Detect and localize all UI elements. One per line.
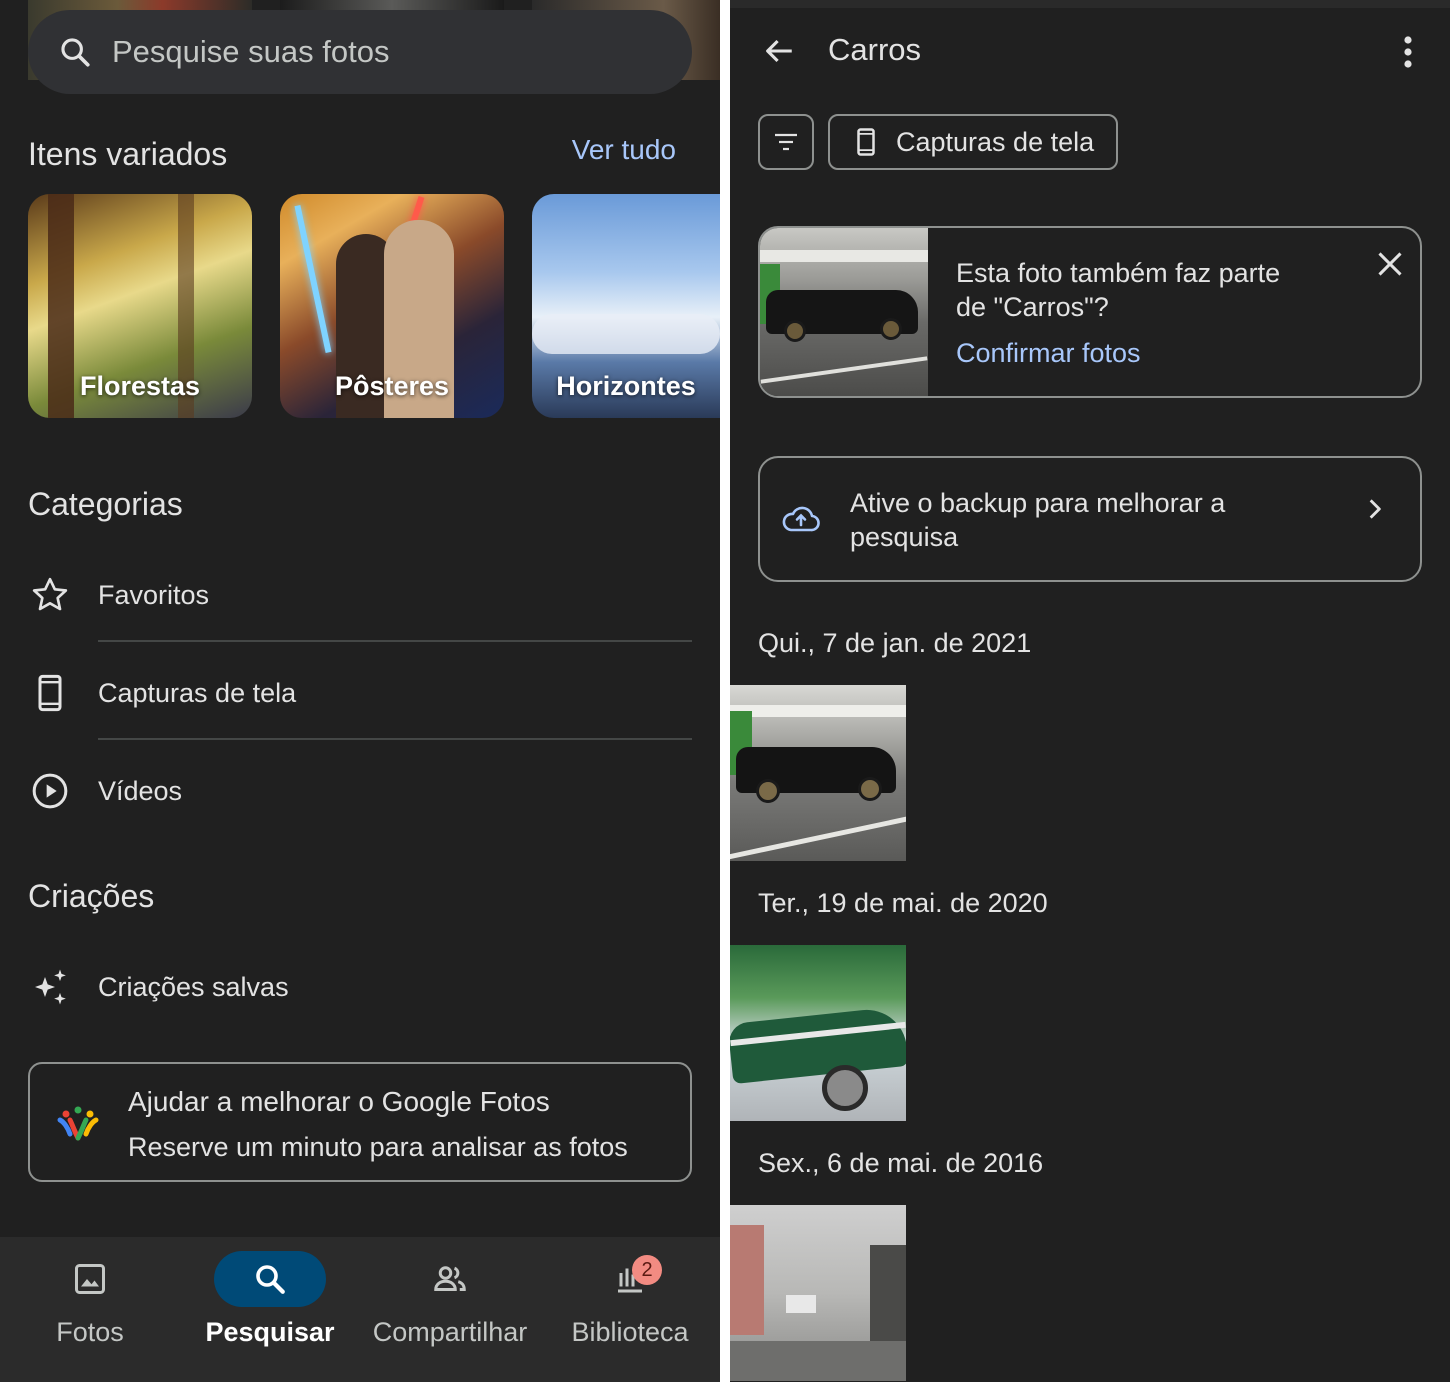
search-screen: Pesquise suas fotos Itens variados Ver t… bbox=[0, 0, 720, 1382]
close-icon[interactable] bbox=[1376, 250, 1404, 278]
suggested-photo-thumbnail[interactable] bbox=[760, 228, 928, 396]
suggestion-question-cont: de "Carros"? bbox=[956, 292, 1109, 322]
nav-pesquisar[interactable]: Pesquisar bbox=[180, 1237, 360, 1382]
nav-label: Compartilhar bbox=[372, 1317, 528, 1347]
category-label: Favoritos bbox=[98, 579, 210, 610]
date-header: Sex., 6 de mai. de 2016 bbox=[758, 1148, 1044, 1178]
screen-divider bbox=[720, 0, 730, 1382]
google-photos-feedback-icon bbox=[57, 1106, 99, 1141]
bottom-navigation: Fotos Pesquisar Compartilhar 2 Bibliotec… bbox=[0, 1237, 720, 1382]
chevron-right-icon bbox=[1369, 499, 1381, 519]
search-icon bbox=[61, 38, 90, 67]
backup-text-cont: pesquisa bbox=[850, 522, 959, 552]
help-card-subtitle: Reserve um minuto para analisar as fotos bbox=[128, 1132, 628, 1162]
section-title-itens-variados: Itens variados bbox=[28, 136, 228, 172]
back-arrow-icon[interactable] bbox=[762, 34, 796, 68]
confirm-photos-link[interactable]: Confirmar fotos bbox=[956, 338, 1141, 369]
category-capturas-de-tela[interactable]: Capturas de tela bbox=[0, 644, 720, 742]
filter-icon bbox=[775, 133, 797, 151]
date-header: Qui., 7 de jan. de 2021 bbox=[758, 628, 1032, 658]
tile-horizontes[interactable]: Horizontes bbox=[532, 194, 720, 418]
chip-label: Capturas de tela bbox=[896, 126, 1095, 157]
nav-label: Pesquisar bbox=[205, 1317, 335, 1347]
screenshots-chip[interactable]: Capturas de tela bbox=[828, 114, 1118, 170]
cloud-upload-icon bbox=[782, 506, 820, 532]
nav-label: Fotos bbox=[56, 1317, 124, 1347]
nav-fotos[interactable]: Fotos bbox=[0, 1237, 180, 1382]
divider bbox=[98, 640, 692, 642]
tile-label: Florestas bbox=[79, 371, 201, 401]
tile-label: Pôsteres bbox=[334, 371, 450, 401]
divider bbox=[98, 738, 692, 740]
photo-thumbnail-3[interactable] bbox=[730, 1205, 906, 1381]
photo-thumbnail-2[interactable] bbox=[730, 945, 906, 1121]
notification-badge: 2 bbox=[632, 1255, 662, 1285]
top-app-bar: Carros bbox=[730, 0, 1450, 100]
category-label: Criações salvas bbox=[98, 971, 289, 1002]
suggestion-question: Esta foto também faz parte bbox=[956, 258, 1281, 288]
search-icon bbox=[256, 1265, 285, 1294]
page-title: Carros bbox=[828, 32, 922, 67]
help-improve-card[interactable]: Ajudar a melhorar o Google Fotos Reserve… bbox=[28, 1062, 692, 1182]
category-label: Capturas de tela bbox=[98, 677, 297, 708]
see-all-link[interactable]: Ver tudo bbox=[572, 134, 676, 166]
nav-biblioteca[interactable]: 2 Biblioteca bbox=[540, 1237, 720, 1382]
play-circle-icon bbox=[32, 773, 68, 809]
nav-label: Biblioteca bbox=[571, 1317, 689, 1347]
photo-thumbnail-1[interactable] bbox=[730, 685, 906, 861]
image-icon bbox=[75, 1264, 105, 1294]
section-title-criacoes: Criações bbox=[28, 878, 155, 914]
backup-text: Ative o backup para melhorar a bbox=[850, 488, 1226, 518]
phone-icon bbox=[857, 128, 875, 156]
suggestion-card: Esta foto também faz parte de "Carros"? … bbox=[758, 226, 1422, 398]
album-screen: Carros Capturas de tela Esta foto também… bbox=[730, 0, 1450, 1382]
search-input[interactable]: Pesquise suas fotos bbox=[112, 34, 389, 70]
backup-banner[interactable]: Ative o backup para melhorar a pesquisa bbox=[758, 456, 1422, 582]
category-criacoes-salvas[interactable]: Criações salvas bbox=[0, 938, 720, 1036]
more-vert-icon[interactable] bbox=[1394, 34, 1422, 70]
search-bar[interactable]: Pesquise suas fotos bbox=[28, 10, 692, 94]
tile-label: Horizontes bbox=[556, 371, 696, 401]
phone-icon bbox=[38, 674, 62, 712]
tile-posteres[interactable]: Pôsteres bbox=[280, 194, 504, 418]
category-favoritos[interactable]: Favoritos bbox=[0, 546, 720, 644]
category-videos[interactable]: Vídeos bbox=[0, 742, 720, 840]
date-header: Ter., 19 de mai. de 2020 bbox=[758, 888, 1048, 918]
category-label: Vídeos bbox=[98, 775, 183, 806]
people-icon bbox=[434, 1266, 466, 1291]
sparkle-icon bbox=[35, 969, 66, 1005]
help-card-title: Ajudar a melhorar o Google Fotos bbox=[128, 1086, 550, 1117]
filter-chip[interactable] bbox=[758, 114, 814, 170]
tile-florestas[interactable]: Florestas bbox=[28, 194, 252, 418]
section-title-categorias: Categorias bbox=[28, 486, 183, 522]
star-icon bbox=[32, 577, 68, 611]
nav-compartilhar[interactable]: Compartilhar bbox=[360, 1237, 540, 1382]
